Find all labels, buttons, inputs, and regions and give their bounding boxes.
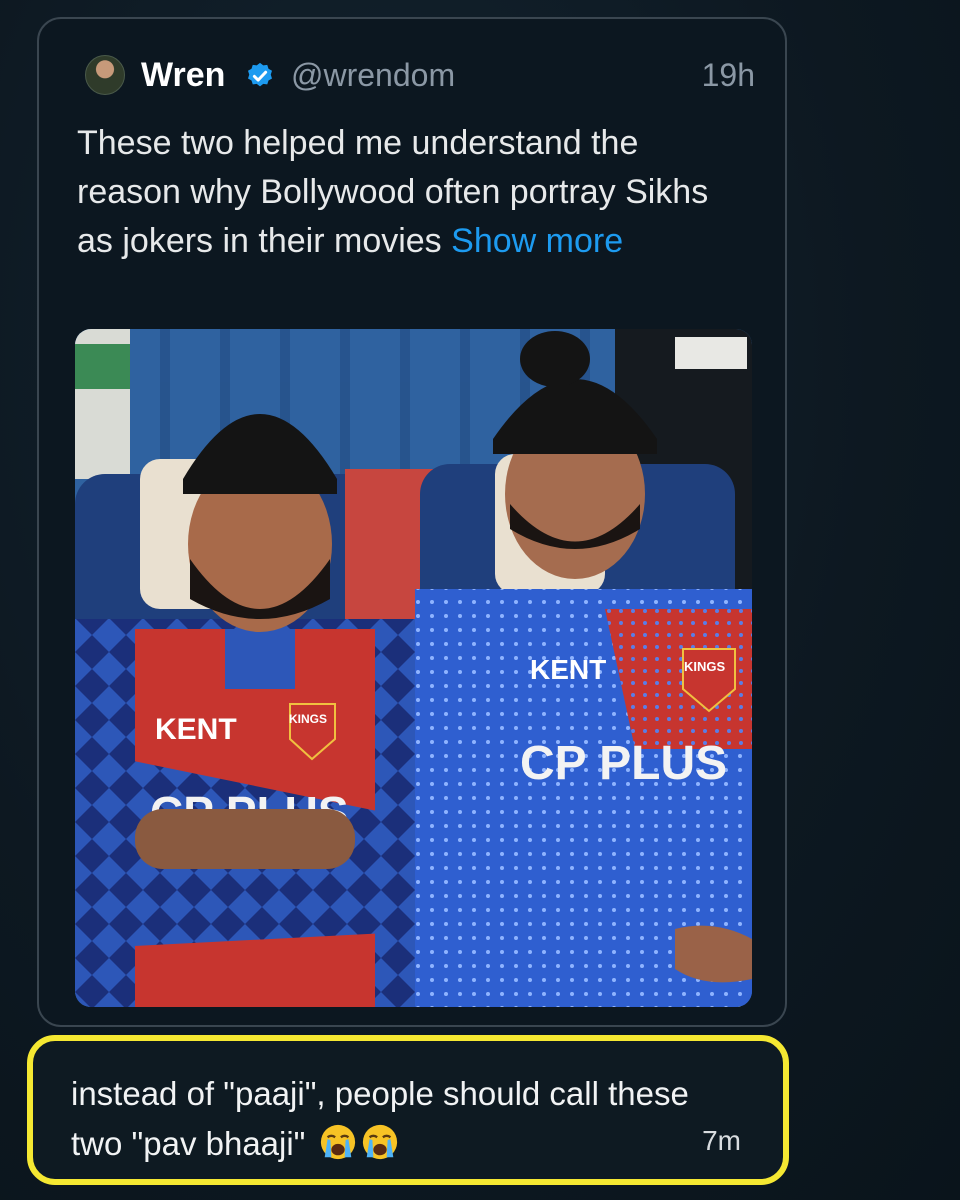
highlighted-reply[interactable]: instead of "paaji", people should call t… — [27, 1035, 789, 1185]
right-jersey-main: CP PLUS — [520, 737, 727, 790]
left-jersey-sponsor: KENT — [155, 713, 237, 746]
author-handle[interactable]: @wrendom — [291, 53, 455, 97]
tweet-body: These two helped me understand the reaso… — [77, 119, 737, 266]
tweet-header: Wren @wrendom 19h — [85, 53, 755, 97]
right-jersey-sponsor: KENT — [530, 654, 606, 685]
show-more-link[interactable]: Show more — [451, 222, 623, 260]
loudly-crying-face-icon — [362, 1124, 397, 1160]
tweet-photo[interactable]: KENT KINGS CP PLUS KENT KINGS CP PLUS — [75, 329, 752, 1007]
reply-body: instead of "paaji", people should call t… — [71, 1069, 711, 1169]
tweet-timestamp[interactable]: 19h — [702, 53, 755, 97]
screen: Wren @wrendom 19h These two helped me un… — [0, 0, 960, 1200]
quoted-tweet-card[interactable]: Wren @wrendom 19h These two helped me un… — [37, 17, 787, 1027]
verified-badge-icon — [248, 62, 272, 87]
reply-timestamp[interactable]: 7m — [702, 1125, 741, 1157]
author-name[interactable]: Wren — [141, 53, 225, 97]
photo-illustration: KENT KINGS CP PLUS KENT KINGS CP PLUS — [75, 329, 752, 1007]
right-jersey-badge: KINGS — [684, 659, 726, 674]
avatar[interactable] — [85, 55, 125, 95]
loudly-crying-face-icon — [320, 1124, 355, 1160]
left-jersey-badge: KINGS — [289, 712, 327, 726]
